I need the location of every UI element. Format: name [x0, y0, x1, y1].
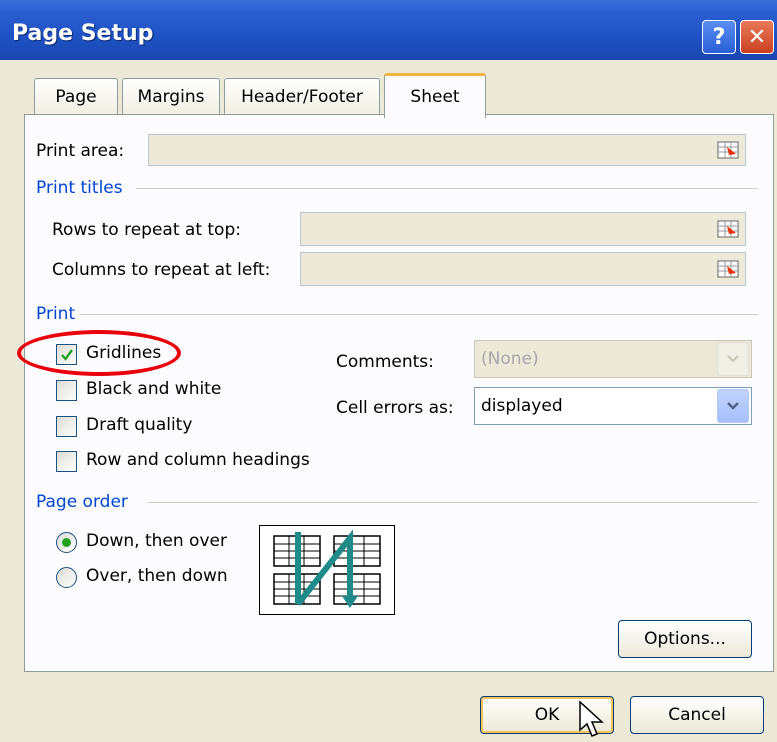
- cell-errors-label: Cell errors as:: [336, 398, 454, 418]
- down-then-over-radio[interactable]: [56, 532, 77, 553]
- ok-button-label: OK: [534, 705, 560, 725]
- cols-repeat-collapse-button[interactable]: [713, 256, 743, 282]
- gridlines-highlight-ellipse: [17, 330, 181, 376]
- chevron-down-icon[interactable]: [717, 389, 749, 423]
- page-order-divider: [148, 502, 758, 503]
- draft-quality-checkbox[interactable]: [56, 416, 77, 437]
- cell-errors-value: displayed: [481, 396, 563, 416]
- cols-repeat-label: Columns to repeat at left:: [52, 260, 271, 280]
- page-order-diagram-icon: [273, 529, 381, 608]
- row-col-headings-checkbox[interactable]: [56, 451, 77, 472]
- cancel-button[interactable]: Cancel: [630, 696, 764, 734]
- print-heading: Print: [36, 304, 76, 324]
- collapse-dialog-icon: [717, 141, 739, 159]
- rows-repeat-input[interactable]: [300, 212, 746, 246]
- chevron-down-icon[interactable]: [717, 342, 749, 376]
- comments-label: Comments:: [336, 352, 434, 372]
- over-then-down-radio[interactable]: [56, 567, 77, 588]
- options-button-label: Options...: [644, 629, 726, 649]
- collapse-dialog-icon: [717, 220, 739, 238]
- rows-repeat-collapse-button[interactable]: [713, 216, 743, 242]
- black-white-label: Black and white: [86, 379, 222, 399]
- draft-quality-label: Draft quality: [86, 415, 193, 435]
- mouse-cursor-icon: [579, 700, 604, 737]
- row-col-headings-label: Row and column headings: [86, 450, 310, 470]
- black-white-checkbox[interactable]: [56, 380, 77, 401]
- print-titles-divider: [136, 188, 758, 189]
- over-then-down-label: Over, then down: [86, 566, 228, 586]
- down-then-over-label: Down, then over: [86, 531, 227, 551]
- print-titles-heading: Print titles: [36, 178, 123, 198]
- cell-errors-select[interactable]: displayed: [474, 387, 752, 425]
- print-divider: [80, 314, 758, 315]
- page-order-preview: [259, 525, 395, 615]
- print-area-collapse-button[interactable]: [713, 137, 743, 163]
- radio-selected-dot: [62, 538, 71, 547]
- page-order-heading: Page order: [36, 492, 128, 512]
- comments-value: (None): [481, 349, 539, 369]
- options-button[interactable]: Options...: [618, 620, 752, 658]
- cols-repeat-input[interactable]: [300, 252, 746, 286]
- print-area-input[interactable]: [148, 134, 746, 166]
- print-area-label: Print area:: [36, 141, 125, 161]
- cancel-button-label: Cancel: [668, 705, 726, 725]
- collapse-dialog-icon: [717, 260, 739, 278]
- rows-repeat-label: Rows to repeat at top:: [52, 220, 241, 240]
- comments-select[interactable]: (None): [474, 340, 752, 378]
